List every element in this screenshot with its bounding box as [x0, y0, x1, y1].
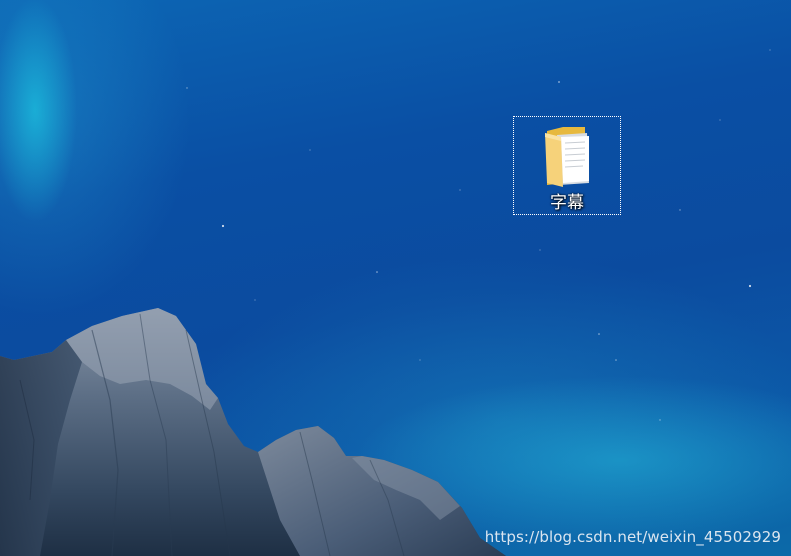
- desktop[interactable]: 字幕 https://blog.csdn.net/weixin_45502929: [0, 0, 791, 556]
- folder-label: 字幕: [550, 193, 584, 213]
- desktop-folder-subtitles[interactable]: 字幕: [513, 116, 621, 215]
- watermark-url: https://blog.csdn.net/weixin_45502929: [484, 528, 781, 546]
- mountain-silhouette: [0, 308, 506, 556]
- folder-icon: [545, 127, 589, 187]
